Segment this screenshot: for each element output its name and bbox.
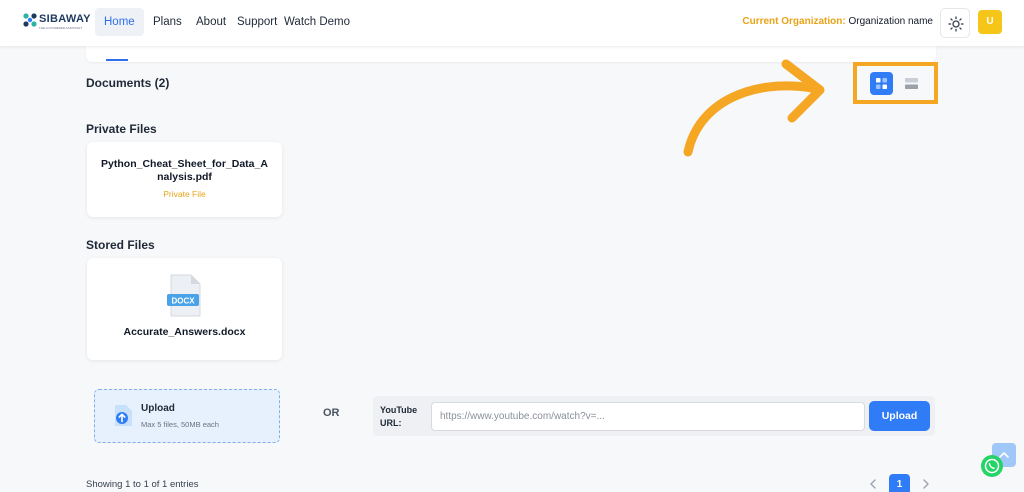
logo-wordmark: SIBAWAY [39, 13, 91, 25]
sibaway-logo[interactable]: SIBAWAY THE AI-POWERED ASSISTANT [22, 10, 94, 34]
grid-view-button[interactable] [870, 72, 893, 95]
docx-file-icon: DOCX [167, 274, 201, 317]
nav-support[interactable]: Support [237, 8, 277, 36]
view-toggle-highlight [853, 62, 938, 104]
sun-icon [948, 16, 964, 32]
stored-file-card[interactable]: DOCX Accurate_Answers.docx [87, 258, 282, 360]
logo-mark-icon [23, 13, 37, 27]
grid-view-icon [876, 78, 887, 89]
org-label: Current Organization: [742, 16, 846, 27]
stored-files-heading: Stored Files [86, 238, 155, 252]
whatsapp-icon[interactable] [980, 454, 1004, 478]
theme-toggle-button[interactable] [940, 8, 970, 38]
upload-file-icon [115, 405, 132, 426]
private-file-name: Python_Cheat_Sheet_for_Data_Analysis.pdf [101, 158, 268, 183]
youtube-url-label: YouTube URL: [380, 405, 418, 428]
list-view-button[interactable] [900, 72, 923, 95]
private-file-tag: Private File [163, 189, 206, 199]
youtube-url-input[interactable] [431, 402, 865, 431]
top-navbar: SIBAWAY THE AI-POWERED ASSISTANT Home Pl… [0, 0, 1024, 46]
list-view-icon [905, 78, 918, 89]
org-name: Organization name [848, 16, 934, 27]
upload-limits: Max 5 files, 50MB each [141, 420, 219, 429]
stored-file-name: Accurate_Answers.docx [123, 326, 246, 338]
nav-about[interactable]: About [196, 8, 226, 36]
current-organization[interactable]: Current Organization: Organization name [742, 16, 933, 27]
active-tab-indicator [106, 59, 128, 61]
user-avatar[interactable]: U [978, 10, 1002, 34]
private-file-card[interactable]: Python_Cheat_Sheet_for_Data_Analysis.pdf… [87, 142, 282, 217]
or-separator: OR [323, 407, 340, 419]
upload-dropzone[interactable]: Upload Max 5 files, 50MB each [94, 389, 280, 443]
entries-summary: Showing 1 to 1 of 1 entries [86, 479, 199, 490]
upload-title: Upload [141, 403, 175, 414]
logo-tagline: THE AI-POWERED ASSISTANT [39, 26, 83, 30]
nav-watch-demo[interactable]: Watch Demo [284, 8, 350, 36]
documents-title: Documents (2) [86, 76, 170, 90]
chevron-left-icon[interactable] [866, 477, 880, 491]
page-number-button[interactable]: 1 [889, 474, 910, 492]
docx-badge: DOCX [171, 297, 195, 306]
upload-button[interactable]: Upload [869, 401, 930, 431]
nav-plans[interactable]: Plans [153, 8, 182, 36]
nav-home[interactable]: Home [95, 8, 144, 36]
chevron-right-icon[interactable] [919, 477, 933, 491]
annotation-arrow-icon [683, 59, 825, 157]
private-files-heading: Private Files [86, 122, 157, 136]
